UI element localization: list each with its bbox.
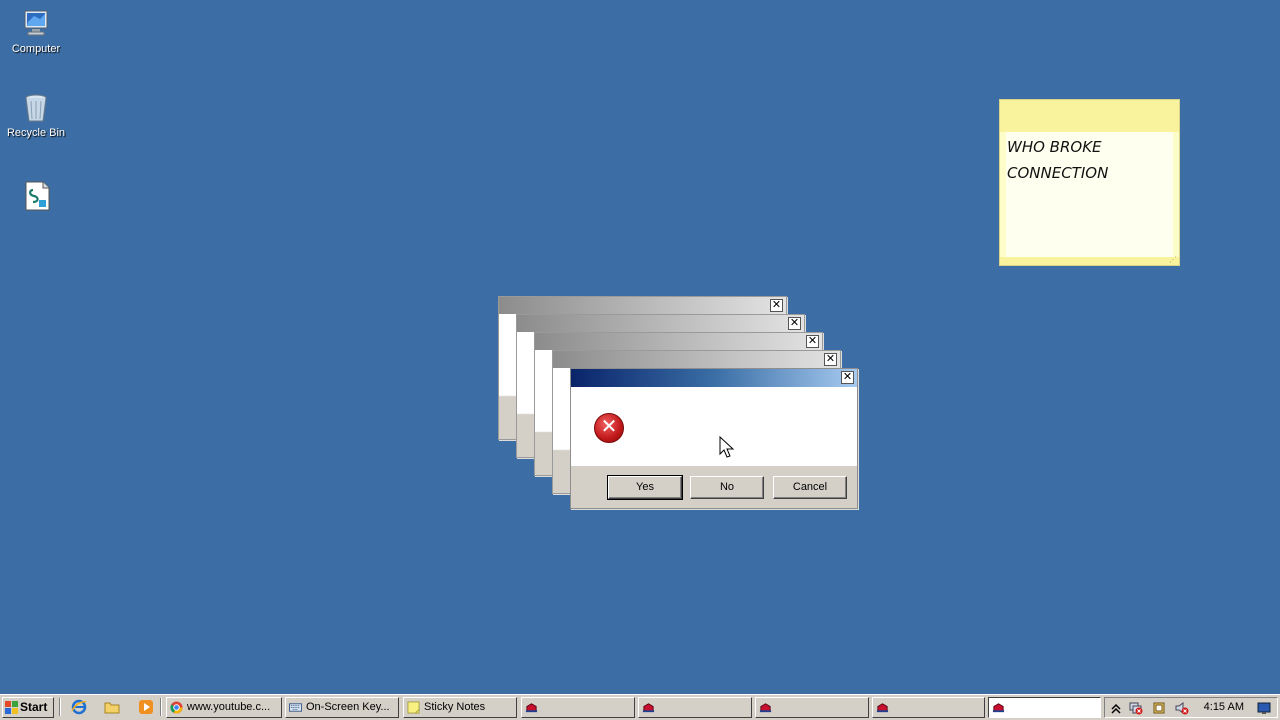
clock[interactable]: 4:15 AM bbox=[1204, 698, 1244, 717]
app-icon bbox=[876, 703, 889, 713]
sticky-note-title-bar[interactable] bbox=[1000, 100, 1179, 132]
sticky-notes-icon bbox=[407, 701, 420, 714]
taskbar-item-chrome[interactable]: www.youtube.c... bbox=[166, 697, 282, 718]
app-icon bbox=[992, 703, 1005, 713]
media-player-icon[interactable] bbox=[138, 699, 154, 715]
close-icon[interactable]: ✕ bbox=[788, 317, 801, 330]
taskbar-item-sticky-notes[interactable]: Sticky Notes bbox=[403, 697, 517, 718]
ie-icon[interactable] bbox=[71, 699, 87, 715]
dialog-title-bar[interactable] bbox=[499, 297, 786, 314]
taskbar-item-app[interactable] bbox=[755, 697, 869, 718]
taskbar-item-app[interactable] bbox=[638, 697, 752, 718]
taskbar-item-app[interactable] bbox=[521, 697, 635, 718]
sticky-note-bottom-bar bbox=[1000, 257, 1179, 265]
system-tray: 4:15 AM bbox=[1104, 697, 1278, 718]
taskbar-item-app-active[interactable] bbox=[988, 697, 1101, 718]
no-button[interactable]: No bbox=[690, 476, 764, 499]
taskbar: Start www.youtube.c... On-Screen Key... bbox=[0, 694, 1280, 720]
dialog-title-bar[interactable] bbox=[535, 333, 822, 350]
network-error-icon[interactable] bbox=[1129, 701, 1143, 715]
taskbar-item-app[interactable] bbox=[872, 697, 985, 718]
show-desktop-icon[interactable] bbox=[1257, 701, 1271, 715]
sticky-note[interactable]: WHO BROKE CONNECTION ⋰ bbox=[999, 99, 1180, 266]
dialog-title-bar[interactable] bbox=[517, 315, 804, 332]
task-label: On-Screen Key... bbox=[306, 701, 390, 713]
resize-grip-icon[interactable]: ⋰ bbox=[1169, 255, 1177, 264]
app-icon bbox=[642, 703, 655, 713]
app-icon bbox=[759, 703, 772, 713]
task-label: Sticky Notes bbox=[424, 701, 486, 713]
sticky-note-text[interactable]: WHO BROKE CONNECTION bbox=[1006, 132, 1173, 257]
close-icon[interactable]: ✕ bbox=[841, 371, 854, 384]
close-icon[interactable]: ✕ bbox=[806, 335, 819, 348]
start-button[interactable]: Start bbox=[2, 697, 54, 718]
close-icon[interactable]: ✕ bbox=[824, 353, 837, 366]
windows-flag-icon bbox=[5, 701, 18, 714]
chrome-icon bbox=[170, 701, 183, 714]
error-icon: ✕ bbox=[594, 413, 624, 443]
show-hidden-icon[interactable] bbox=[1109, 701, 1123, 715]
app-icon bbox=[525, 703, 538, 713]
desktop-icon-label: Computer bbox=[11, 43, 61, 55]
start-label: Start bbox=[20, 700, 48, 714]
mouse-pointer-icon bbox=[719, 436, 735, 458]
volume-muted-icon[interactable] bbox=[1175, 701, 1189, 715]
taskbar-item-on-screen-keyboard[interactable]: On-Screen Key... bbox=[285, 697, 399, 718]
computer-icon bbox=[24, 10, 48, 36]
desktop-icon-computer[interactable]: Computer bbox=[0, 8, 72, 55]
action-center-icon[interactable] bbox=[1152, 701, 1166, 715]
cancel-button[interactable]: Cancel bbox=[773, 476, 847, 499]
dialog-content: ✕ bbox=[571, 387, 857, 466]
desktop-icon-label: Recycle Bin bbox=[6, 127, 66, 139]
dialog-title-bar[interactable] bbox=[571, 369, 857, 387]
close-icon[interactable]: ✕ bbox=[770, 299, 783, 312]
error-dialog[interactable]: ✕ ✕ Yes No Cancel bbox=[570, 368, 858, 509]
dialog-title-bar[interactable] bbox=[553, 351, 840, 368]
keyboard-icon bbox=[289, 703, 302, 712]
recycle-bin-icon bbox=[25, 94, 47, 122]
folder-icon[interactable] bbox=[104, 699, 120, 715]
yes-button[interactable]: Yes bbox=[607, 475, 683, 500]
script-file-icon bbox=[25, 181, 50, 211]
desktop-icon-recycle-bin[interactable]: Recycle Bin bbox=[0, 92, 72, 139]
desktop-icon-script[interactable] bbox=[1, 180, 73, 215]
task-label: www.youtube.c... bbox=[187, 701, 271, 713]
